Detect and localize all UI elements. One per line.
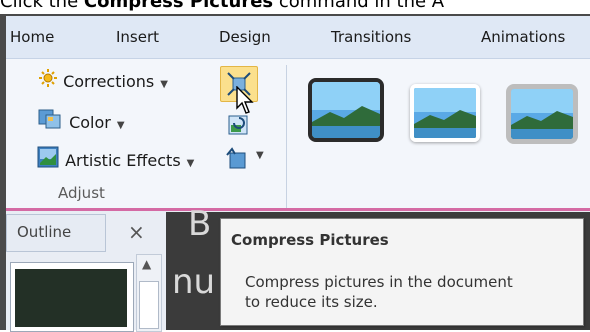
artistic-effects-label: Artistic Effects bbox=[65, 151, 181, 170]
adjust-group-label: Adjust bbox=[58, 184, 105, 202]
landscape-thumbnail-icon bbox=[312, 82, 380, 138]
ribbon-tab-bar: Home Insert Design Transitions Animation… bbox=[6, 16, 590, 58]
corrections-button[interactable]: Corrections ▼ bbox=[38, 68, 168, 96]
color-icon bbox=[38, 108, 64, 139]
instruction-caption: Click the Compress Pictures command in t… bbox=[0, 0, 444, 15]
picture-style-thumbnail-1[interactable] bbox=[308, 78, 384, 142]
tooltip-description-line-2: to reduce its size. bbox=[245, 293, 378, 311]
tooltip-description-line-1: Compress pictures in the document bbox=[245, 273, 513, 291]
corrections-label: Corrections bbox=[63, 72, 155, 91]
corrections-icon bbox=[38, 68, 58, 97]
scrollbar-thumb[interactable] bbox=[139, 281, 159, 329]
reset-picture-dropdown-icon: ▼ bbox=[256, 150, 264, 161]
outline-tab-label: Outline bbox=[17, 223, 72, 241]
color-label: Color bbox=[69, 113, 111, 132]
tab-transitions[interactable]: Transitions bbox=[331, 16, 411, 58]
slide-thumbnail[interactable] bbox=[15, 269, 127, 327]
scroll-up-icon[interactable]: ▲ bbox=[142, 257, 151, 271]
picture-style-thumbnail-3[interactable] bbox=[506, 84, 578, 144]
slide-body-fragment: nu bbox=[172, 262, 216, 302]
slide-thumbnail-pane[interactable] bbox=[10, 262, 134, 332]
landscape-thumbnail-icon bbox=[414, 88, 476, 138]
group-separator bbox=[286, 65, 287, 211]
artistic-effects-button[interactable]: Artistic Effects ▼ bbox=[36, 145, 194, 173]
corrections-dropdown-icon: ▼ bbox=[160, 79, 168, 90]
picture-style-thumbnail-2[interactable] bbox=[410, 84, 480, 142]
artistic-effects-icon bbox=[36, 145, 60, 178]
change-picture-button[interactable] bbox=[224, 112, 252, 138]
change-picture-icon bbox=[226, 113, 250, 141]
caption-prefix: Click the bbox=[0, 0, 84, 12]
close-icon[interactable]: × bbox=[128, 218, 145, 246]
compress-pictures-tooltip: Compress Pictures Compress pictures in t… bbox=[220, 218, 584, 326]
tab-animations[interactable]: Animations bbox=[481, 16, 565, 58]
caption-suffix: command in the A bbox=[273, 0, 445, 12]
slide-title-fragment: B bbox=[188, 204, 212, 244]
tab-insert[interactable]: Insert bbox=[116, 16, 159, 58]
pane-scrollbar[interactable]: ▲ bbox=[136, 254, 162, 332]
tooltip-title: Compress Pictures bbox=[231, 231, 389, 249]
tab-design[interactable]: Design bbox=[219, 16, 271, 58]
caption-command: Compress Pictures bbox=[83, 0, 274, 12]
landscape-thumbnail-icon bbox=[511, 89, 573, 139]
reset-picture-icon bbox=[224, 146, 248, 174]
tab-home[interactable]: Home bbox=[10, 16, 54, 58]
artistic-effects-dropdown-icon: ▼ bbox=[186, 158, 195, 169]
reset-picture-button[interactable]: ▼ bbox=[222, 144, 272, 170]
color-dropdown-icon: ▼ bbox=[116, 120, 125, 131]
tab-outline[interactable]: Outline bbox=[6, 214, 106, 252]
color-button[interactable]: Color ▼ bbox=[38, 108, 125, 136]
